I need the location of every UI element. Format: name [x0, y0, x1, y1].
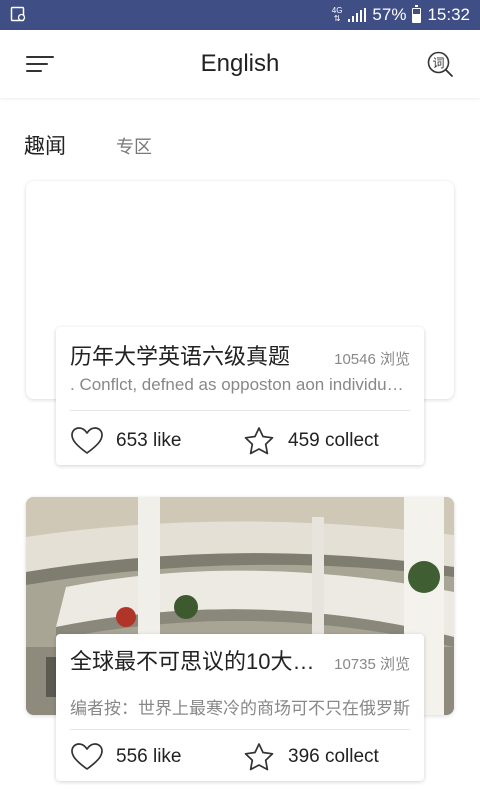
view-count: 10546 浏览	[334, 351, 410, 368]
tab-special-zone[interactable]: 专区	[116, 133, 152, 159]
heart-icon	[71, 427, 103, 454]
category-tabs: 趣闻 专区	[24, 130, 152, 160]
article-summary: 编者按：世界上最寒冷的商场可不只在俄罗斯	[70, 699, 410, 718]
collect-count: 396 collect	[288, 746, 379, 767]
divider	[70, 410, 410, 411]
dictionary-search-icon[interactable]: 词	[426, 50, 454, 78]
network-type-icon: 4G ⇅	[331, 6, 343, 23]
view-count: 10735 浏览	[334, 656, 410, 673]
collect-button[interactable]: 396 collect	[242, 741, 379, 773]
tab-fun-news[interactable]: 趣闻	[24, 130, 66, 160]
star-icon	[244, 427, 274, 455]
divider	[70, 729, 410, 730]
screenshot-notification-icon	[10, 6, 26, 22]
battery-percent: 57%	[372, 5, 407, 24]
collect-count: 459 collect	[288, 430, 379, 451]
star-icon	[244, 743, 274, 771]
status-bar: 4G ⇅ 57% 15:32	[0, 0, 480, 30]
like-count: 653 like	[116, 430, 182, 451]
like-count: 556 like	[116, 746, 182, 767]
like-button[interactable]: 556 like	[70, 742, 242, 772]
like-button[interactable]: 653 like	[70, 426, 242, 456]
battery-icon	[412, 4, 422, 23]
article-summary: . Conflct, defned as opposton aon indivi…	[70, 375, 410, 394]
svg-text:词: 词	[432, 56, 444, 70]
collect-button[interactable]: 459 collect	[242, 425, 379, 457]
signal-icon	[348, 8, 367, 22]
article-title[interactable]: 历年大学英语六级真题	[70, 339, 328, 371]
page-title: English	[200, 50, 280, 77]
app-header: English 词	[0, 30, 480, 98]
article-info-panel[interactable]: 全球最不可思议的10大商场 10735 浏览 编者按：世界上最寒冷的商场可不只在…	[56, 634, 424, 781]
clock: 15:32	[427, 5, 470, 24]
heart-icon	[71, 743, 103, 770]
article-info-panel[interactable]: 历年大学英语六级真题 10546 浏览 . Conflct, defned as…	[56, 327, 424, 465]
article-title[interactable]: 全球最不可思议的10大商场	[70, 644, 328, 676]
